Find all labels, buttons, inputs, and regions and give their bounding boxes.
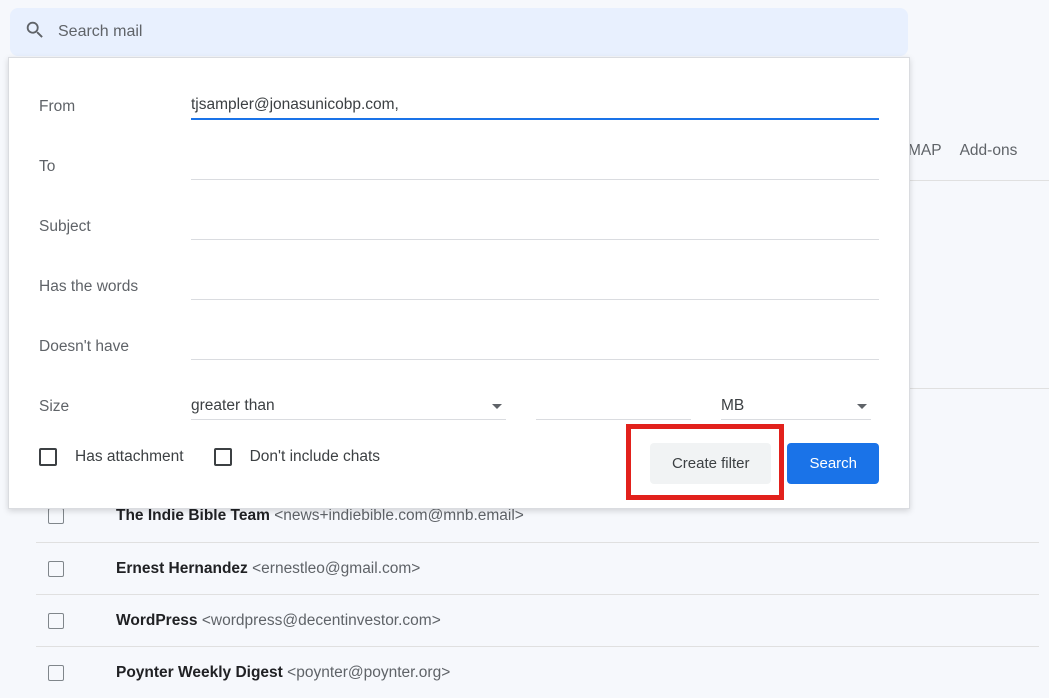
row-checkbox[interactable]	[48, 561, 64, 577]
search-icon	[24, 19, 46, 46]
has-attachment-checkbox[interactable]	[39, 448, 57, 466]
chevron-down-icon	[857, 404, 867, 409]
subject-label: Subject	[39, 218, 191, 240]
divider	[908, 180, 1049, 181]
subject-input[interactable]	[191, 215, 879, 240]
search-filter-panel: From To Subject Has the words Doesn't ha…	[8, 57, 910, 509]
size-operator-value: greater than	[191, 397, 275, 415]
doesnt-have-label: Doesn't have	[39, 338, 191, 360]
has-words-input[interactable]	[191, 275, 879, 300]
to-input[interactable]	[191, 155, 879, 180]
create-filter-button[interactable]: Create filter	[650, 443, 772, 484]
divider	[908, 388, 1049, 389]
email-row[interactable]: Ernest Hernandez <ernestleo@gmail.com>	[36, 542, 1039, 594]
no-chats-label: Don't include chats	[250, 448, 380, 466]
search-button[interactable]: Search	[787, 443, 879, 484]
tab-imap[interactable]: MAP	[908, 142, 942, 160]
no-chats-checkbox[interactable]	[214, 448, 232, 466]
email-sender: WordPress <wordpress@decentinvestor.com>	[116, 612, 441, 630]
email-list: The Indie Bible Team <news+indiebible.co…	[36, 490, 1039, 698]
chevron-down-icon	[492, 404, 502, 409]
row-checkbox[interactable]	[48, 508, 64, 524]
size-unit-select[interactable]: MB	[721, 397, 871, 420]
size-value-input[interactable]	[536, 397, 691, 420]
size-operator-select[interactable]: greater than	[191, 397, 506, 420]
email-row[interactable]: Poynter Weekly Digest <poynter@poynter.o…	[36, 646, 1039, 698]
tab-addons[interactable]: Add-ons	[960, 142, 1018, 160]
from-label: From	[39, 98, 191, 120]
doesnt-have-input[interactable]	[191, 335, 879, 360]
has-words-label: Has the words	[39, 278, 191, 300]
email-row[interactable]: WordPress <wordpress@decentinvestor.com>	[36, 594, 1039, 646]
search-placeholder: Search mail	[58, 23, 142, 41]
settings-tabs: MAP Add-ons	[908, 142, 1017, 160]
email-sender: Poynter Weekly Digest <poynter@poynter.o…	[116, 664, 450, 682]
size-label: Size	[39, 398, 191, 420]
search-bar[interactable]: Search mail	[10, 8, 908, 56]
to-label: To	[39, 158, 191, 180]
email-sender: Ernest Hernandez <ernestleo@gmail.com>	[116, 560, 420, 578]
email-sender: The Indie Bible Team <news+indiebible.co…	[116, 507, 524, 525]
size-unit-value: MB	[721, 397, 744, 415]
row-checkbox[interactable]	[48, 613, 64, 629]
from-input[interactable]	[191, 94, 879, 120]
has-attachment-label: Has attachment	[75, 448, 184, 466]
row-checkbox[interactable]	[48, 665, 64, 681]
